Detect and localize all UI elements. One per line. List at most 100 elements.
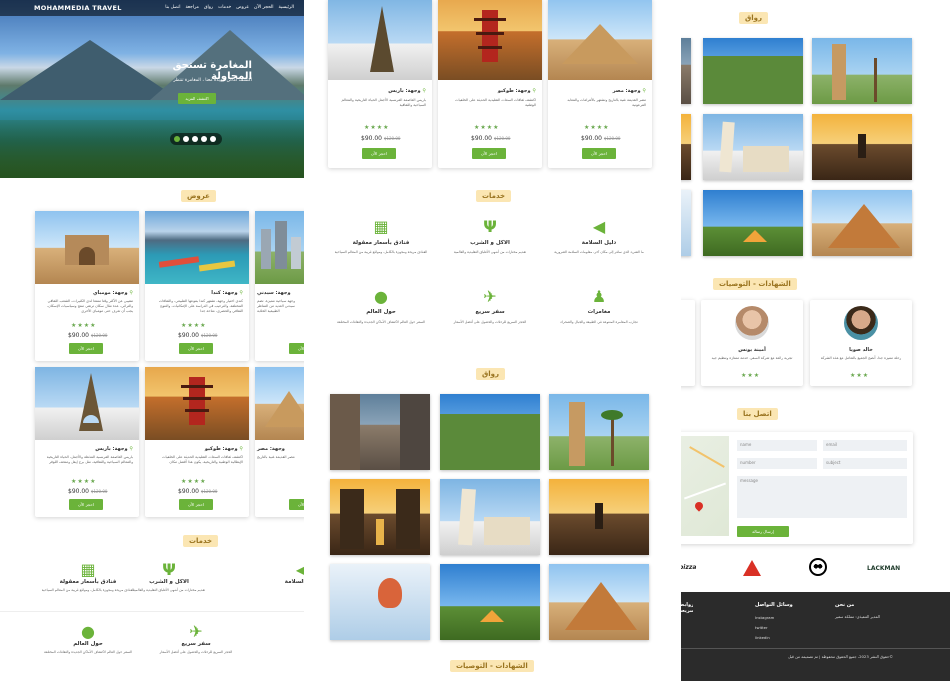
nav-link-contact[interactable]: اتصل بنا [165,5,180,10]
gallery-image[interactable] [440,479,540,555]
email-field[interactable]: email [823,440,907,451]
gallery-image[interactable] [330,564,430,640]
gallery-image[interactable] [330,394,430,470]
footer-link-linkedin[interactable]: linkedin [755,635,770,641]
name-field[interactable]: name [737,440,817,451]
card-rating: ★★★★ [181,478,207,485]
footer-about-text: المدير التنفيذي: مملكة سفير [835,614,880,619]
slider-dot[interactable] [201,136,207,142]
section-title-testimonials: الشهادات - التوصيات [713,278,797,290]
column-home: MOHAMMEDIA TRAVEL الرئيسية الحجز الآن عر… [0,0,304,681]
card-text: مصر القديمة غنية بالتاريخ وتشتهر بالأهرا… [567,98,646,107]
card-rating: ★★★★ [71,322,97,329]
hero-button[interactable]: اكتشف المزيد [178,93,216,104]
testimonial-text: تجربة رائعة مع شركة السفر، خدمة ممتازة و… [711,356,793,360]
card-title: وجهة: مصر [257,446,285,452]
book-button[interactable]: احجز الآن [69,499,103,510]
section-title-services: خدمات [183,535,219,547]
book-button[interactable]: احجز الآن [179,343,213,354]
card-price: $90.00 $120.00 [581,135,621,142]
offer-card: ⚲ وجهة: طوكيو اكتشف ثقافات السعات التقلي… [438,0,542,168]
offer-image [255,367,304,440]
footer-about-title: من نحن [835,602,855,608]
subject-field[interactable]: subject [823,458,907,469]
gallery-image[interactable] [440,564,540,640]
page-divider [0,612,304,620]
hero-subtitle: اكتشف أماكن جديدة معنا ، المغامرة تنتظر [173,78,252,83]
book-button[interactable]: احجز الآن [69,343,103,354]
gallery-image[interactable] [549,564,649,640]
testimonial-card [681,300,695,386]
nav-link-offers[interactable]: عروض [236,5,249,10]
gallery-image[interactable] [812,38,912,104]
card-price: $90.00 $120.00 [471,135,511,142]
gallery-image[interactable] [330,479,430,555]
building-icon: ▦ [373,217,389,236]
gallery-image[interactable] [703,190,803,256]
slider-dot[interactable] [192,136,198,142]
gallery-image[interactable] [681,114,691,180]
card-title: وجهة: باريس [388,88,421,94]
service-text: تقديم مختارات من أشهى الأطباق التقليدية … [453,250,527,254]
service-text: تجارب المغامرة المتنوعة في الطبيعة والجب… [560,320,638,324]
section-title-gallery: رواق [739,12,769,24]
send-button[interactable]: إرسال رسالة [737,526,789,537]
offer-image [145,211,249,284]
offer-image [35,211,139,284]
gallery-image[interactable] [549,479,649,555]
nav-link-book[interactable]: الحجز الآن [254,5,273,10]
book-button[interactable]: احجز الآن [289,343,304,354]
book-button[interactable]: احجز الآن [289,499,304,510]
location-icon: ⚲ [422,88,426,94]
brand-logo-mountain [743,560,761,576]
book-button[interactable]: احجز الآن [582,148,616,159]
card-title: وجهة: مومباي [92,290,128,296]
map[interactable] [681,436,729,536]
gallery-image[interactable] [440,394,540,470]
footer-link-twitter[interactable]: twitter [755,625,768,631]
gallery-image[interactable] [812,190,912,256]
globe-icon: ● [374,287,388,306]
book-button[interactable]: احجز الآن [362,148,396,159]
nav-link-review[interactable]: مراجعة [185,5,199,10]
book-button[interactable]: احجز الآن [179,499,213,510]
number-field[interactable]: number [737,458,817,469]
message-field[interactable]: message [737,476,907,518]
building-icon: ▦ [80,560,96,579]
section-title-contact: اتصل بنا [737,408,778,420]
card-price: $90.00 $120.00 [361,135,401,142]
contact-box: name email number subject message إرسال … [681,432,913,544]
column-middle: ⚲ وجهة: باريس باريس العاصمة الفرنسية الأ… [306,0,674,681]
card-text: وجهة سياحية مميزة، تضم سيدني العديد من ا… [257,299,296,313]
gallery-image[interactable] [703,114,803,180]
gallery-image[interactable] [681,190,691,256]
nav-link-home[interactable]: الرئيسية [279,5,295,10]
service-title: سفر سريع [475,309,505,315]
slider-dot[interactable] [210,136,216,142]
nav-link-gallery[interactable]: رواق [204,5,213,10]
testimonial-card: خالد صويا رحلة مميزة جدا، أنصح الجميع با… [810,300,912,386]
testimonial-rating: ★★★ [850,372,870,379]
card-title: وجهة: طوكيو [204,446,238,452]
nav-link-services[interactable]: خدمات [218,5,231,10]
service-text: الحجز السريع للرحلات والحصول على أفضل ال… [453,320,527,324]
service-text: الفنادق مريحة ومجهزة بالكامل، ومواقع قري… [334,250,428,254]
brand-logo[interactable]: MOHAMMEDIA TRAVEL [34,4,122,12]
gallery-image[interactable] [549,394,649,470]
card-text: كندي اختيار وجهة، تشتهر كندا بتنوعها الط… [158,299,243,313]
slider-dot[interactable] [174,136,180,142]
book-button[interactable]: احجز الآن [472,148,506,159]
gallery-image[interactable] [812,114,912,180]
footer-link-instagram[interactable]: Instagram [755,615,774,621]
hero-slider-dots[interactable] [170,133,222,145]
card-text: اكتشف ثقافات السعات التقليدية الحديثة عل… [162,455,243,464]
location-icon: ⚲ [239,290,243,296]
gallery-image[interactable] [703,38,803,104]
gallery-image[interactable] [681,38,691,104]
testimonial-rating: ★★★ [741,372,761,379]
card-text: مصر القديمة غنية بالتاريخ [257,455,295,459]
slider-dot[interactable] [183,136,189,142]
brand-logo-lackman: LACKMAN [867,565,901,572]
card-rating: ★★★★ [584,124,610,131]
service-text: السفر حول العالم لاكتشاف الأماكن الجديدة… [44,650,132,654]
